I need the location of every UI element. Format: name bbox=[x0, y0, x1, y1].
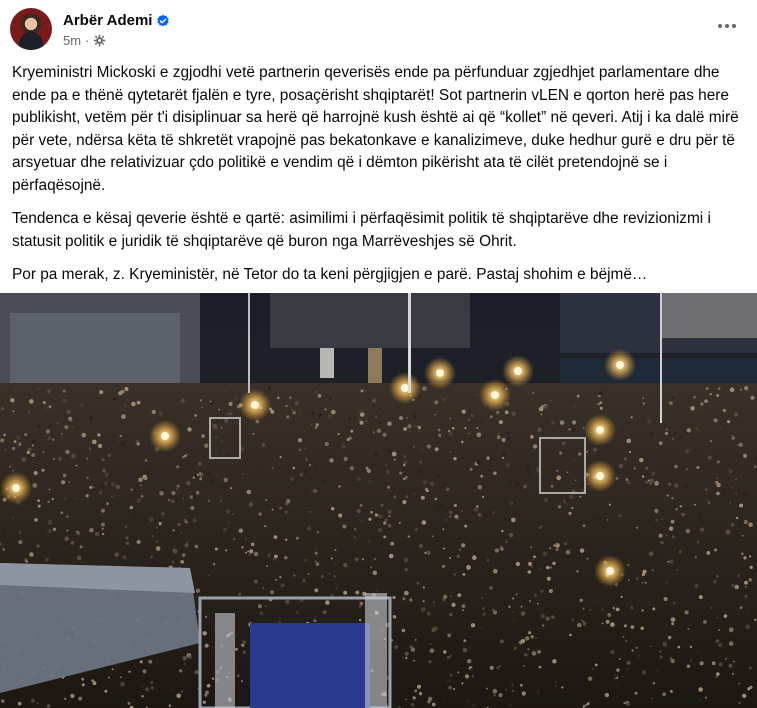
author-avatar[interactable] bbox=[10, 8, 52, 50]
more-dot bbox=[732, 24, 736, 28]
post-text: Kryeministri Mickoski e zgjodhi vetë par… bbox=[12, 62, 740, 298]
post-photo[interactable] bbox=[0, 293, 757, 708]
author-name[interactable]: Arbër Ademi bbox=[63, 12, 152, 29]
post-subline: 5m · bbox=[63, 33, 170, 48]
separator-dot: · bbox=[85, 32, 90, 48]
more-options-button[interactable] bbox=[709, 12, 745, 40]
post-paragraph: Tendenca e kësaj qeverie është e qartë: … bbox=[12, 210, 711, 250]
post-paragraph: Kryeministri Mickoski e zgjodhi vetë par… bbox=[12, 64, 739, 194]
more-dot bbox=[725, 24, 729, 28]
crowd-photo-illustration bbox=[0, 293, 757, 708]
verified-badge-icon bbox=[157, 14, 170, 26]
more-dot bbox=[718, 24, 722, 28]
post-paragraph: Por pa merak, z. Kryeministër, në Tetor … bbox=[12, 266, 648, 283]
globe-gear-icon[interactable] bbox=[93, 34, 106, 47]
author-meta: Arbër Ademi 5m · bbox=[63, 11, 170, 48]
facebook-post: Arbër Ademi 5m · Kryeministri Mickoski e… bbox=[0, 0, 757, 708]
name-row: Arbër Ademi bbox=[63, 11, 170, 31]
post-time[interactable]: 5m bbox=[63, 33, 81, 48]
post-header: Arbër Ademi 5m · bbox=[10, 8, 170, 50]
